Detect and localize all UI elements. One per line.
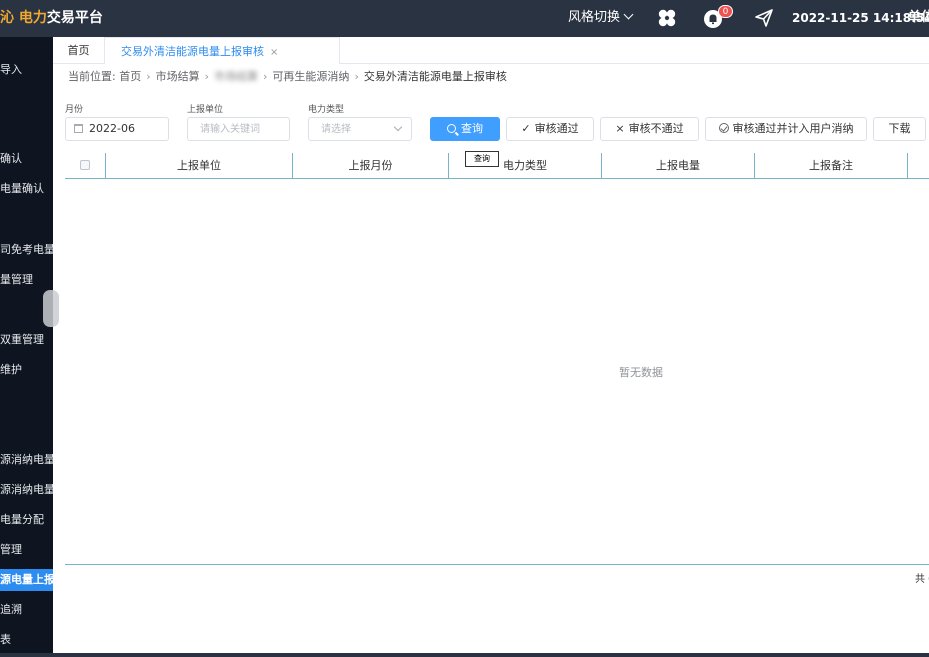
- unit-search-input[interactable]: 请输入关键词: [187, 117, 290, 141]
- approve-label: 审核通过: [534, 122, 579, 135]
- sidebar-item-consumption-1[interactable]: 源消纳电量: [0, 449, 53, 471]
- tab-home-label: 首页: [67, 44, 90, 57]
- sidebar-item-energy-management[interactable]: 量管理: [0, 269, 53, 291]
- close-icon[interactable]: ×: [270, 47, 278, 58]
- month-value: 2022-06: [89, 122, 135, 135]
- logo-accent-text: 电力: [18, 10, 47, 26]
- type-filter-label: 电力类型: [308, 105, 345, 115]
- app-logo: 沁 电力交易平台: [0, 0, 103, 37]
- month-picker[interactable]: 2022-06: [65, 117, 169, 141]
- query-button[interactable]: 查询: [430, 117, 500, 141]
- logo-prefix: 沁: [0, 10, 14, 26]
- sidebar-item-energy-confirm[interactable]: 电量确认: [0, 178, 53, 200]
- sidebar-item-management[interactable]: 管理: [0, 539, 53, 561]
- sidebar-scroll-handle[interactable]: [43, 290, 59, 327]
- reject-label: 审核不通过: [628, 122, 684, 135]
- sidebar-item-maintenance[interactable]: 维护: [0, 359, 53, 381]
- bottom-bar: [0, 653, 929, 657]
- notification-badge: 0: [718, 5, 733, 18]
- calendar-icon: [74, 124, 83, 133]
- breadcrumb-home[interactable]: 首页: [119, 70, 141, 83]
- circle-check-icon: [718, 123, 729, 133]
- chevron-right-icon: ›: [263, 70, 268, 83]
- chevron-right-icon: ›: [354, 70, 359, 83]
- type-placeholder: 请选择: [321, 124, 351, 135]
- sidebar-item-energy-allocation[interactable]: 电量分配: [0, 509, 53, 531]
- breadcrumb-renewable-consumption[interactable]: 可再生能源消纳: [272, 70, 349, 83]
- chevron-down-icon: [623, 9, 634, 20]
- breadcrumb-market-settlement[interactable]: 市场结算: [156, 70, 200, 83]
- breadcrumb-settlement-blurred[interactable]: 市场结算: [214, 70, 258, 83]
- top-header: 沁 电力交易平台 风格切换 0 2022-11-25 14:18:54 单位: [0, 0, 929, 37]
- reject-button[interactable]: × 审核不通过: [600, 117, 699, 141]
- column-header-month[interactable]: 上报月份: [293, 153, 449, 179]
- check-icon: ✓: [521, 122, 531, 135]
- power-type-select[interactable]: 请选择: [308, 117, 412, 141]
- tab-bar: 首页 交易外清洁能源电量上报审核 ×: [53, 37, 929, 64]
- search-icon: [447, 124, 456, 133]
- apps-icon[interactable]: [657, 8, 677, 28]
- download-label: 下载: [888, 122, 911, 135]
- breadcrumb: 当前位置: 首页 › 市场结算 › 市场结算 › 可再生能源消纳 › 交易外清洁能源电量上报审核: [68, 68, 507, 86]
- chevron-right-icon: ›: [204, 70, 210, 83]
- column-header-energy[interactable]: 上报电量: [602, 153, 755, 179]
- approve-button[interactable]: ✓ 审核通过: [506, 117, 594, 141]
- query-tooltip: 查询: [465, 151, 499, 167]
- sidebar-item-trace[interactable]: 追溯: [0, 599, 53, 621]
- column-header-remark[interactable]: 上报备注: [755, 153, 908, 179]
- pagination-total: 共 0: [915, 574, 929, 585]
- style-switch-label: 风格切换: [568, 10, 621, 25]
- unit-menu[interactable]: 单位: [908, 0, 929, 37]
- column-header-unit[interactable]: 上报单位: [106, 153, 293, 179]
- style-switch-dropdown[interactable]: 风格切换: [568, 0, 634, 37]
- sidebar-item-clean-energy-review[interactable]: 源电量上报审: [0, 569, 53, 591]
- download-button[interactable]: 下载: [873, 117, 926, 141]
- tab-home[interactable]: 首页: [53, 37, 105, 64]
- unit-placeholder: 请输入关键词: [200, 124, 260, 135]
- send-icon[interactable]: [754, 8, 774, 28]
- tab-clean-energy-review[interactable]: 交易外清洁能源电量上报审核 ×: [105, 37, 340, 64]
- breadcrumb-current: 交易外清洁能源电量上报审核: [363, 70, 507, 83]
- table-bottom-border: [65, 564, 929, 565]
- tab-active-label: 交易外清洁能源电量上报审核: [121, 45, 264, 58]
- query-label: 查询: [461, 122, 483, 135]
- close-icon: ×: [615, 122, 625, 135]
- logo-text: 交易平台: [46, 10, 103, 26]
- sidebar: 导入 确认 电量确认 司免考电量管 量管理 双重管理 维护 源消纳电量 源消纳电…: [0, 37, 53, 657]
- chevron-right-icon: ›: [146, 70, 151, 83]
- sidebar-item-confirm[interactable]: 确认: [0, 148, 53, 170]
- select-all-cell: [65, 153, 106, 179]
- sidebar-item-import[interactable]: 导入: [0, 59, 53, 81]
- unit-filter-label: 上报单位: [187, 105, 224, 115]
- sidebar-item-exempt-energy[interactable]: 司免考电量管: [0, 239, 53, 261]
- sidebar-item-dual-management[interactable]: 双重管理: [0, 329, 53, 351]
- month-label: 月份: [65, 105, 84, 115]
- sidebar-item-consumption-2[interactable]: 源消纳电量: [0, 479, 53, 501]
- approve-include-button[interactable]: 审核通过并计入用户消纳: [705, 117, 867, 141]
- select-all-checkbox[interactable]: [80, 160, 90, 170]
- sidebar-item-report[interactable]: 表: [0, 629, 53, 651]
- empty-state-text: 暂无数据: [619, 366, 663, 379]
- approve-include-label: 审核通过并计入用户消纳: [732, 122, 854, 135]
- chevron-down-icon: [393, 122, 403, 132]
- breadcrumb-prefix: 当前位置:: [68, 70, 116, 83]
